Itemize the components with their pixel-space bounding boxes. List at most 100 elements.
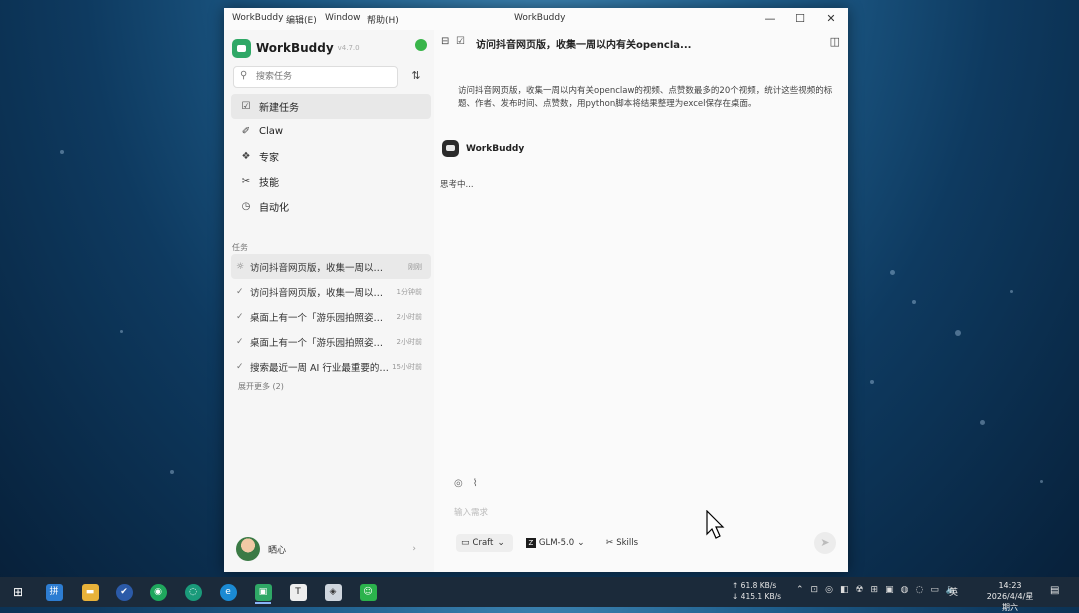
task-time: 15小时前 bbox=[392, 362, 422, 371]
task-item[interactable]: ✓ 桌面上有一个「游乐园拍照姿势」文件 2小时前 bbox=[231, 304, 431, 329]
search-input[interactable] bbox=[254, 69, 393, 85]
wand-icon: ✂ bbox=[241, 176, 251, 187]
user-name: 晒心 bbox=[268, 545, 287, 556]
craft-icon: ▭ bbox=[461, 538, 470, 548]
tray-app-icon[interactable]: ⊡ bbox=[811, 585, 819, 595]
typora-icon[interactable]: T bbox=[280, 580, 316, 604]
close-button[interactable]: ✕ bbox=[816, 10, 846, 28]
new-task-icon: ☑ bbox=[241, 101, 251, 112]
sidebar-item-label: 自动化 bbox=[259, 203, 289, 214]
notification-icon[interactable]: ▤ bbox=[1050, 585, 1059, 596]
battery-icon[interactable]: ▭ bbox=[930, 585, 939, 595]
workbuddy-window: WorkBuddy 编辑(E) Window 帮助(H) WorkBuddy —… bbox=[224, 8, 848, 572]
user-profile[interactable]: 晒心 › bbox=[236, 536, 424, 562]
back-icon[interactable]: ⊟ bbox=[441, 36, 449, 47]
sidebar-nav: ☑ 新建任务 ✐ Claw ❖ 专家 ✂ 技能 ◷ 自动化 bbox=[231, 94, 431, 219]
menu-edit[interactable]: 编辑(E) bbox=[286, 13, 317, 26]
menu-workbuddy[interactable]: WorkBuddy bbox=[232, 13, 283, 23]
bot-name: WorkBuddy bbox=[466, 143, 525, 154]
composer-tools: ◎ ⌇ bbox=[454, 478, 478, 489]
sidebar-item-label: 专家 bbox=[259, 153, 279, 164]
task-title: 访问抖音网页版，收集一周以内有关openclaw的视频 bbox=[250, 262, 390, 274]
maximize-button[interactable]: ☐ bbox=[785, 10, 815, 28]
mouse-cursor-icon bbox=[706, 510, 725, 539]
brand: WorkBuddy v4.7.0 bbox=[232, 36, 360, 60]
sidebar-item-skills[interactable]: ✂ 技能 bbox=[231, 169, 431, 194]
expand-more-link[interactable]: 展开更多 (2) bbox=[238, 381, 284, 392]
tray-app-icon[interactable]: ◍ bbox=[901, 585, 909, 595]
app-icon[interactable]: ◈ bbox=[315, 580, 351, 604]
taskbar: ⊞ 拼 ▬ ✔ ◉ ◌ e ▣ T ◈ ☺ ↑ 61.8 KB/s ↓ 415.… bbox=[0, 577, 1079, 612]
menu-help[interactable]: 帮助(H) bbox=[367, 13, 399, 26]
task-title: 搜索最近一周 AI 行业最重要的新闻 bbox=[250, 362, 390, 374]
bot-avatar-icon bbox=[442, 140, 459, 157]
online-status-icon[interactable] bbox=[415, 39, 427, 51]
model-label: GLM-5.0 bbox=[538, 538, 575, 548]
clock-time: 14:23 bbox=[998, 581, 1022, 590]
clock[interactable]: 14:23 2026/4/4/星期六 bbox=[984, 580, 1036, 613]
wechat-icon[interactable]: ☺ bbox=[350, 580, 386, 604]
workbuddy-taskbar-icon[interactable]: ▣ bbox=[245, 580, 281, 604]
mode-selector[interactable]: ▭ Craft ⌄ bbox=[456, 534, 513, 552]
loading-app-icon[interactable]: ◌ bbox=[175, 580, 211, 604]
title-bar: WorkBuddy 编辑(E) Window 帮助(H) WorkBuddy —… bbox=[224, 8, 848, 30]
sidebar-item-new-task[interactable]: ☑ 新建任务 bbox=[231, 94, 431, 119]
task-time: 1分钟前 bbox=[396, 287, 422, 296]
attach-icon[interactable]: ⌇ bbox=[473, 478, 478, 489]
tray-app-icon[interactable]: ◎ bbox=[825, 585, 833, 595]
input-method-indicator[interactable]: 英 bbox=[949, 585, 958, 598]
clock-date: 2026/4/4/星期六 bbox=[986, 592, 1034, 612]
tray-app-icon[interactable]: ☢ bbox=[855, 585, 863, 595]
composer-input[interactable]: 输入需求 bbox=[454, 506, 488, 518]
sidebar-item-claw[interactable]: ✐ Claw bbox=[231, 119, 431, 144]
minimize-button[interactable]: — bbox=[755, 10, 785, 28]
window-title: WorkBuddy bbox=[514, 13, 566, 23]
composer-bar: ▭ Craft ⌄ Z GLM-5.0 ⌄ ✂ Skills bbox=[456, 534, 643, 552]
start-icon[interactable]: ⊞ bbox=[0, 580, 36, 604]
tray-app-icon[interactable]: ▣ bbox=[885, 585, 894, 595]
browser-icon[interactable]: ◉ bbox=[140, 580, 176, 604]
file-explorer-icon[interactable]: ▬ bbox=[72, 580, 108, 604]
sidebar-item-experts[interactable]: ❖ 专家 bbox=[231, 144, 431, 169]
tasks-section-label: 任务 bbox=[232, 243, 248, 252]
task-item[interactable]: ☼ 访问抖音网页版，收集一周以内有关openclaw的视频 刚刚 bbox=[231, 254, 431, 279]
ticktick-icon[interactable]: ✔ bbox=[106, 580, 142, 604]
sidebar-item-label: 新建任务 bbox=[259, 103, 299, 114]
side-panel-icon[interactable]: ◫ bbox=[830, 35, 840, 48]
skills-button[interactable]: ✂ Skills bbox=[601, 534, 643, 552]
search-icon: ⚲ bbox=[240, 70, 248, 81]
check-icon: ✓ bbox=[236, 336, 244, 347]
edge-icon[interactable]: e bbox=[210, 580, 246, 604]
tray-app-icon[interactable]: ◌ bbox=[915, 585, 923, 595]
task-title: 访问抖音网页版，收集一周以内有关openclaw的视频 bbox=[250, 287, 390, 299]
tray-app-icon[interactable]: ⊞ bbox=[871, 585, 879, 595]
task-time: 2小时前 bbox=[396, 337, 422, 346]
task-list: ☼ 访问抖音网页版，收集一周以内有关openclaw的视频 刚刚 ✓ 访问抖音网… bbox=[231, 254, 431, 379]
chat-main: ⊟ ☑ 访问抖音网页版，收集一周以内有关opencla... ◫ 访问抖音网页版… bbox=[434, 30, 848, 572]
mode-label: Craft bbox=[472, 538, 494, 548]
sidebar-item-label: Claw bbox=[259, 126, 284, 137]
skills-icon: ✂ bbox=[605, 538, 614, 548]
send-button[interactable]: ➤ bbox=[814, 532, 836, 554]
task-title: 桌面上有一个「游乐园拍照姿势」文件 bbox=[250, 337, 390, 349]
task-item[interactable]: ✓ 访问抖音网页版，收集一周以内有关openclaw的视频 1分钟前 bbox=[231, 279, 431, 304]
tray-app-icon[interactable]: ◧ bbox=[840, 585, 849, 595]
filter-icon[interactable]: ⇅ bbox=[406, 66, 426, 86]
sidebar: WorkBuddy v4.7.0 ⚲ ⇅ ☑ 新建任务 ✐ Claw ❖ 专家 … bbox=[224, 30, 434, 572]
ime-app-icon[interactable]: 拼 bbox=[36, 580, 72, 604]
skills-label: Skills bbox=[616, 538, 639, 548]
chevron-up-icon[interactable]: ⌃ bbox=[796, 585, 804, 595]
task-item[interactable]: ✓ 搜索最近一周 AI 行业最重要的新闻 15小时前 bbox=[231, 354, 431, 379]
task-title: 桌面上有一个「游乐园拍照姿势」文件 bbox=[250, 312, 390, 324]
model-selector[interactable]: Z GLM-5.0 ⌄ bbox=[521, 534, 593, 552]
sidebar-item-automation[interactable]: ◷ 自动化 bbox=[231, 194, 431, 219]
brand-name: WorkBuddy bbox=[256, 41, 334, 55]
task-check-icon[interactable]: ☑ bbox=[456, 36, 465, 47]
check-icon: ✓ bbox=[236, 361, 244, 372]
chevron-down-icon: ⌄ bbox=[577, 538, 585, 548]
claw-icon: ✐ bbox=[241, 126, 251, 137]
mention-icon[interactable]: ◎ bbox=[454, 478, 463, 489]
menu-window[interactable]: Window bbox=[325, 13, 361, 23]
avatar bbox=[236, 537, 260, 561]
task-item[interactable]: ✓ 桌面上有一个「游乐园拍照姿势」文件 2小时前 bbox=[231, 329, 431, 354]
